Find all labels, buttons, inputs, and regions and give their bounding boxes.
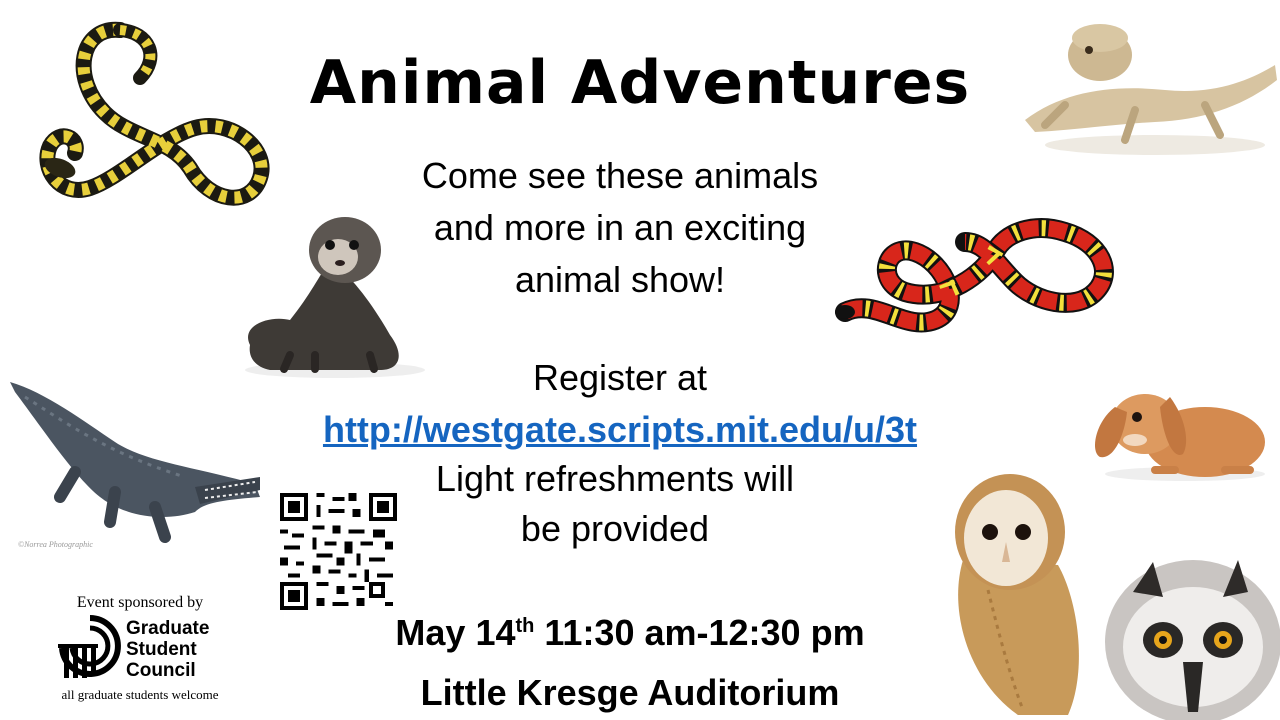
ferret-image bbox=[245, 217, 425, 378]
rabbit-image bbox=[1095, 394, 1265, 481]
alligator-image bbox=[10, 382, 260, 543]
register-link[interactable]: http://westgate.scripts.mit.edu/u/3t bbox=[240, 404, 1000, 456]
gsc-name-line-2: Student bbox=[126, 639, 197, 660]
gsc-name: Graduate Student Council bbox=[126, 618, 209, 681]
barn-owl-image bbox=[955, 474, 1079, 715]
refreshments-line-1: Light refreshments will bbox=[435, 458, 795, 499]
bearded-dragon-image bbox=[1025, 24, 1277, 155]
gsc-name-line-3: Council bbox=[126, 660, 196, 681]
intro-line-2: and more in an exciting bbox=[433, 207, 807, 248]
event-date: May 14th 11:30 am-12:30 pm bbox=[300, 612, 960, 654]
date-month-day: May 14 bbox=[395, 612, 516, 653]
intro-text: Come see these animals and more in an ex… bbox=[370, 150, 870, 306]
intro-line-3: animal show! bbox=[514, 259, 726, 300]
refreshments-line-2: be provided bbox=[520, 508, 710, 549]
date-suffix: th bbox=[515, 615, 535, 637]
event-venue: Little Kresge Auditorium bbox=[420, 672, 840, 713]
lemur-image bbox=[1105, 560, 1280, 720]
sponsor-label: Event sponsored by bbox=[76, 594, 204, 611]
gsc-logo bbox=[58, 615, 121, 678]
sponsor-tagline: all graduate students welcome bbox=[61, 687, 219, 702]
qr-code-image bbox=[280, 493, 397, 610]
date-time: 11:30 am-12:30 pm bbox=[544, 612, 865, 653]
register-label: Register at bbox=[532, 357, 708, 398]
milk-snake-image bbox=[835, 218, 1114, 333]
photo-credit: ©Norrea Photographic bbox=[18, 540, 93, 549]
refreshments-text: Light refreshments will be provided bbox=[370, 454, 860, 554]
gsc-name-line-1: Graduate bbox=[126, 618, 210, 639]
intro-line-1: Come see these animals bbox=[421, 155, 819, 196]
